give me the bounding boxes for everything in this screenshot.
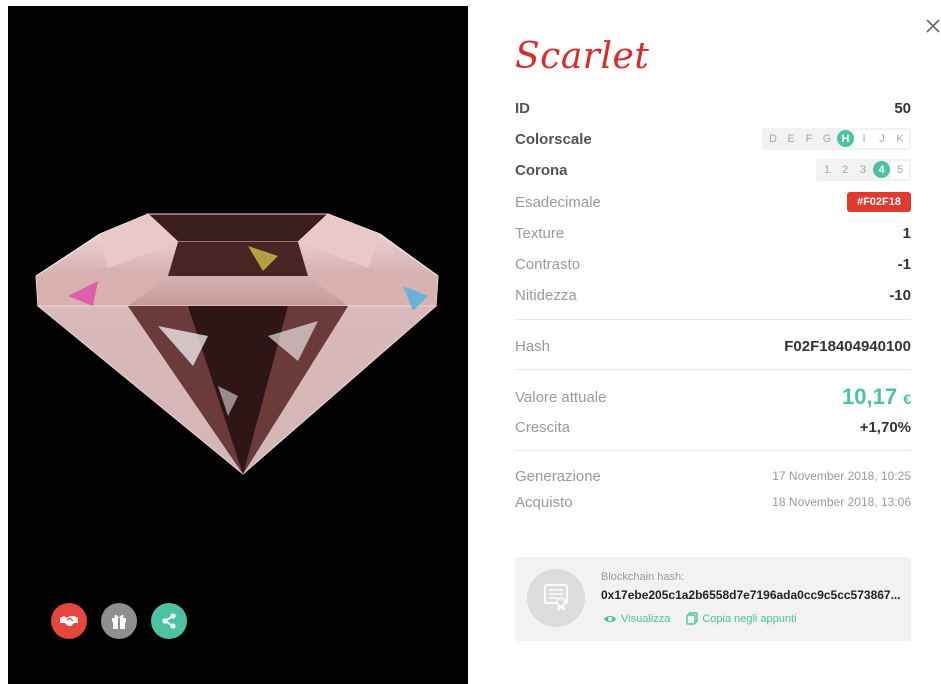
corona-scale: 1 2 3 4 5 [816,159,911,181]
id-row: ID 50 [515,96,911,120]
crescita-row: Crescita +1,70% [515,415,911,439]
colorscale-option: G [822,133,832,145]
diamond-name: Scarlet [515,36,650,77]
share-icon [162,613,176,629]
texture-value: 1 [902,224,911,242]
currency-symbol: € [903,391,911,407]
nitidezza-value: -10 [889,286,911,304]
gift-button[interactable] [101,603,137,639]
contrasto-value: -1 [897,255,911,273]
id-label: ID [515,99,530,117]
texture-row: Texture 1 [515,221,911,245]
crescita-value: +1,70% [859,418,911,436]
contrasto-label: Contrasto [515,255,581,273]
colorscale-option: K [891,130,909,148]
id-value: 50 [894,99,911,117]
colorscale-option: I [855,130,873,148]
corona-option: 1 [823,164,831,176]
acquisto-label: Acquisto [515,493,573,511]
blockchain-links: Visualizza Copia negli appunti [603,612,797,625]
blockchain-box: Blockchain hash: 0x17ebe205c1a2b6558d7e7… [515,557,911,641]
divider [515,369,911,370]
certificate-icon [527,569,585,627]
hash-value: F02F18404940100 [784,337,911,355]
colorscale-label: Colorscale [515,130,592,148]
eye-icon [604,615,616,622]
corona-label: Corona [515,161,568,179]
esadecimale-label: Esadecimale [515,193,601,211]
divider [515,319,911,320]
valore-value: 10,17 € [842,384,911,410]
valore-amount: 10,17 [842,384,898,409]
hash-row: Hash F02F18404940100 [515,334,911,358]
colorscale-option: J [873,130,891,148]
contrasto-row: Contrasto -1 [515,252,911,276]
copy-icon [686,612,699,625]
copy-label: Copia negli appunti [702,612,797,625]
diamond-viewer [8,6,468,684]
gift-icon [112,614,126,629]
close-icon [926,19,940,33]
corona-option: 2 [841,164,849,176]
diamond-image [35,213,439,475]
nitidezza-row: Nitidezza -10 [515,283,911,307]
share-button[interactable] [151,603,187,639]
handshake-icon [60,616,78,626]
copy-link[interactable]: Copia negli appunti [686,612,797,625]
colorscale-option: D [769,133,777,145]
acquisto-date: 18 November 2018, 13:06 [772,495,911,509]
hex-badge: #F02F18 [846,192,911,212]
hash-label: Hash [515,337,551,355]
acquisto-row: Acquisto 18 November 2018, 13:06 [515,490,911,514]
view-label: Visualizza [621,612,671,625]
corona-option-selected: 4 [873,161,890,178]
esadecimale-row: Esadecimale #F02F18 [515,190,911,214]
valore-label: Valore attuale [515,388,607,406]
corona-row: Corona 1 2 3 4 5 [515,158,911,182]
colorscale-option-selected: H [837,130,854,147]
nitidezza-label: Nitidezza [515,286,577,304]
sell-button[interactable] [51,603,87,639]
action-buttons [51,603,187,639]
colorscale-option: E [787,133,795,145]
blockchain-label: Blockchain hash: [601,571,685,583]
corona-option: 3 [859,164,867,176]
colorscale-scale: D E F G H I J K [762,128,911,150]
colorscale-option: F [805,133,813,145]
blockchain-hash: 0x17ebe205c1a2b6558d7e7196ada0cc9c5cc573… [601,588,901,602]
texture-label: Texture [515,224,565,242]
generazione-label: Generazione [515,467,601,485]
crescita-label: Crescita [515,418,571,436]
divider [515,450,911,451]
generazione-row: Generazione 17 November 2018, 10:25 [515,464,911,488]
valore-row: Valore attuale 10,17 € [515,383,911,411]
close-button[interactable] [921,14,941,38]
generazione-date: 17 November 2018, 10:25 [772,469,911,483]
corona-option: 5 [891,161,909,179]
colorscale-row: Colorscale D E F G H I J K [515,127,911,151]
view-link[interactable]: Visualizza [603,612,670,625]
